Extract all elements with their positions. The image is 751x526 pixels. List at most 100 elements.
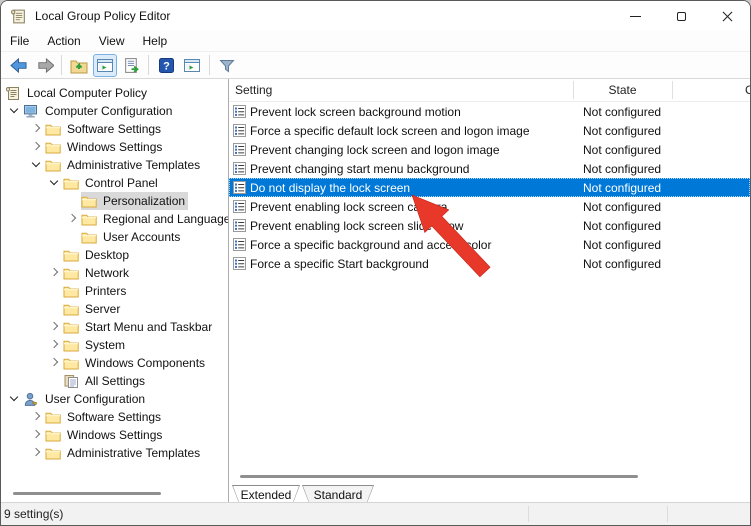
toolbar-separator (148, 55, 149, 75)
chevron-right-icon[interactable] (48, 321, 60, 333)
tree-item-start-menu-and-taskbar[interactable]: Start Menu and Taskbar (1, 318, 228, 336)
column-header-comment[interactable]: Comment (745, 83, 750, 97)
window-title: Local Group Policy Editor (35, 9, 170, 23)
policy-setting-icon (233, 143, 246, 156)
tree-item-personalization[interactable]: Personalization (1, 192, 228, 210)
tree-item-user-accounts[interactable]: User Accounts (1, 228, 228, 246)
tree-item-server[interactable]: Server (1, 300, 228, 318)
forward-button[interactable] (32, 54, 56, 77)
folder-icon (63, 338, 79, 352)
tab-standard[interactable]: Standard (302, 485, 374, 503)
console-tree-panel-icon (96, 57, 114, 74)
folder-icon (45, 410, 61, 424)
tree-item-local-computer-policy[interactable]: Local Computer Policy (1, 84, 228, 102)
toolbar-separator (61, 55, 62, 75)
tree-item-windows-components[interactable]: Windows Components (1, 354, 228, 372)
show-console-tree-button[interactable] (93, 54, 117, 77)
list-row[interactable]: Force a specific background and accent c… (229, 235, 750, 254)
main-area: Local Computer Policy Computer Configura… (1, 79, 750, 504)
user-icon (23, 392, 38, 406)
tab-extended[interactable]: Extended (232, 485, 300, 503)
list-header: Setting State Comment (229, 79, 750, 102)
tree-item-printers[interactable]: Printers (1, 282, 228, 300)
chevron-right-icon[interactable] (30, 429, 42, 441)
chevron-right-icon[interactable] (30, 141, 42, 153)
list-horizontal-scrollbar[interactable] (240, 475, 638, 478)
maximize-icon (677, 12, 686, 21)
list-row[interactable]: Prevent enabling lock screen camera Not … (229, 197, 750, 216)
tree-item-regional-and-language[interactable]: Regional and Language Options (1, 210, 228, 228)
column-header-setting[interactable]: Setting (235, 83, 272, 97)
status-bar: 9 setting(s) (1, 502, 750, 525)
column-divider[interactable] (573, 81, 574, 99)
list-row[interactable]: Prevent lock screen background motion No… (229, 102, 750, 121)
chevron-down-icon[interactable] (8, 105, 20, 117)
back-button[interactable] (6, 54, 30, 77)
list-row-selected[interactable]: Do not display the lock screen Not confi… (229, 178, 750, 197)
folder-icon (45, 158, 61, 172)
tree-item-software-settings[interactable]: Software Settings (1, 120, 228, 138)
chevron-down-icon[interactable] (48, 177, 60, 189)
tree-item-network[interactable]: Network (1, 264, 228, 282)
folder-icon (81, 194, 97, 208)
toolbar-separator (209, 55, 210, 75)
show-properties-button[interactable] (180, 54, 204, 77)
tree-item-user-configuration[interactable]: User Configuration (1, 390, 228, 408)
close-button[interactable] (704, 1, 750, 31)
filter-button[interactable] (215, 54, 239, 77)
back-icon (9, 57, 28, 74)
tree-item-user-windows-settings[interactable]: Windows Settings (1, 426, 228, 444)
chevron-right-icon[interactable] (48, 357, 60, 369)
help-button[interactable] (154, 54, 178, 77)
status-bar-divider (667, 506, 668, 522)
maximize-button[interactable] (658, 1, 704, 31)
list-row[interactable]: Force a specific Start background Not co… (229, 254, 750, 273)
export-list-button[interactable] (119, 54, 143, 77)
tree-item-computer-configuration[interactable]: Computer Configuration (1, 102, 228, 120)
folder-icon (81, 212, 97, 226)
column-divider[interactable] (672, 81, 673, 99)
gpedit-app-icon (10, 8, 27, 25)
chevron-right-icon[interactable] (30, 447, 42, 459)
tree-item-control-panel[interactable]: Control Panel (1, 174, 228, 192)
menu-help[interactable]: Help (134, 32, 177, 50)
tree-horizontal-scrollbar[interactable] (13, 492, 161, 495)
list-row[interactable]: Prevent changing lock screen and logon i… (229, 140, 750, 159)
list-row[interactable]: Force a specific default lock screen and… (229, 121, 750, 140)
chevron-right-icon[interactable] (48, 339, 60, 351)
help-icon (158, 57, 175, 74)
list-row[interactable]: Prevent enabling lock screen slide show … (229, 216, 750, 235)
tree-item-user-administrative-templates[interactable]: Administrative Templates (1, 444, 228, 462)
menu-file[interactable]: File (9, 32, 38, 50)
folder-icon (45, 140, 61, 154)
tree-item-all-settings[interactable]: All Settings (1, 372, 228, 390)
chevron-right-icon[interactable] (30, 411, 42, 423)
list-row[interactable]: Prevent changing start menu background N… (229, 159, 750, 178)
policy-setting-icon (233, 257, 246, 270)
chevron-down-icon[interactable] (30, 159, 42, 171)
up-one-level-button[interactable] (67, 54, 91, 77)
chevron-right-icon[interactable] (66, 213, 78, 225)
close-icon (722, 11, 733, 22)
chevron-right-icon[interactable] (48, 267, 60, 279)
chevron-right-icon[interactable] (30, 123, 42, 135)
policy-setting-icon (233, 200, 246, 213)
tree-item-windows-settings[interactable]: Windows Settings (1, 138, 228, 156)
folder-icon (63, 266, 79, 280)
chevron-down-icon[interactable] (8, 393, 20, 405)
toolbar (1, 52, 750, 79)
menu-view[interactable]: View (90, 32, 134, 50)
local-group-policy-editor-window: Local Group Policy Editor File Action Vi… (0, 0, 751, 526)
policy-setting-icon (233, 124, 246, 137)
properties-panel-icon (183, 57, 201, 74)
minimize-button[interactable] (612, 1, 658, 31)
tree-item-administrative-templates[interactable]: Administrative Templates (1, 156, 228, 174)
status-text: 9 setting(s) (4, 507, 63, 521)
tree-item-user-software-settings[interactable]: Software Settings (1, 408, 228, 426)
policy-setting-icon (233, 238, 246, 251)
menu-action[interactable]: Action (38, 32, 89, 50)
tree-item-desktop[interactable]: Desktop (1, 246, 228, 264)
computer-icon (23, 104, 39, 118)
column-header-state[interactable]: State (573, 83, 672, 97)
tree-item-system[interactable]: System (1, 336, 228, 354)
